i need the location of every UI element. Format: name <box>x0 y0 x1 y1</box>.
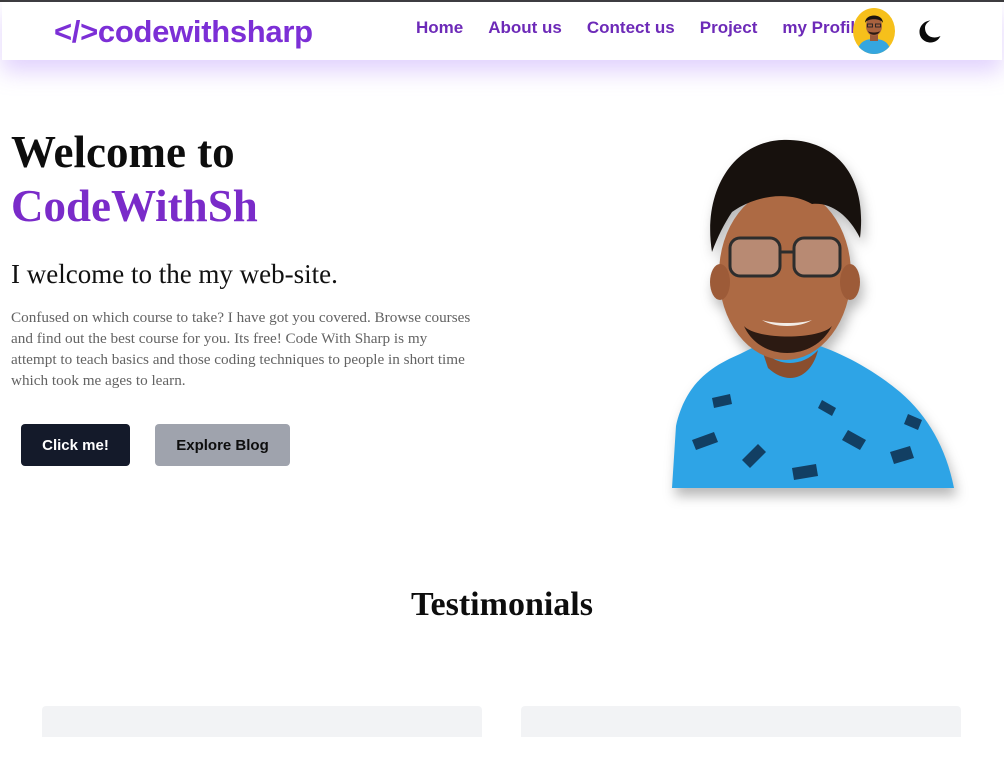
site-logo[interactable]: </>codewithsharp <box>54 14 313 50</box>
nav-link-about[interactable]: About us <box>488 18 562 38</box>
nav-link-home[interactable]: Home <box>416 18 463 38</box>
hero-brand-name: CodeWithSh <box>11 181 258 231</box>
click-me-button[interactable]: Click me! <box>21 424 130 466</box>
moon-icon[interactable] <box>917 18 943 44</box>
hero-profile-photo <box>672 130 954 488</box>
testimonial-card <box>521 706 961 737</box>
nav-link-contact[interactable]: Contect us <box>587 18 675 38</box>
explore-blog-button[interactable]: Explore Blog <box>155 424 290 466</box>
testimonial-card <box>42 706 482 737</box>
nav-links: Home About us Contect us Project my Prof… <box>416 18 890 38</box>
hero-title: Welcome to <box>11 127 235 177</box>
testimonials-title: Testimonials <box>410 586 593 623</box>
nav-link-project[interactable]: Project <box>700 18 758 38</box>
hero-subtitle: I welcome to the my web-site. <box>11 259 338 289</box>
navbar: </>codewithsharp Home About us Contect u… <box>2 2 1002 60</box>
hero-description: Confused on which course to take? I have… <box>11 309 471 389</box>
profile-avatar[interactable] <box>853 8 895 54</box>
